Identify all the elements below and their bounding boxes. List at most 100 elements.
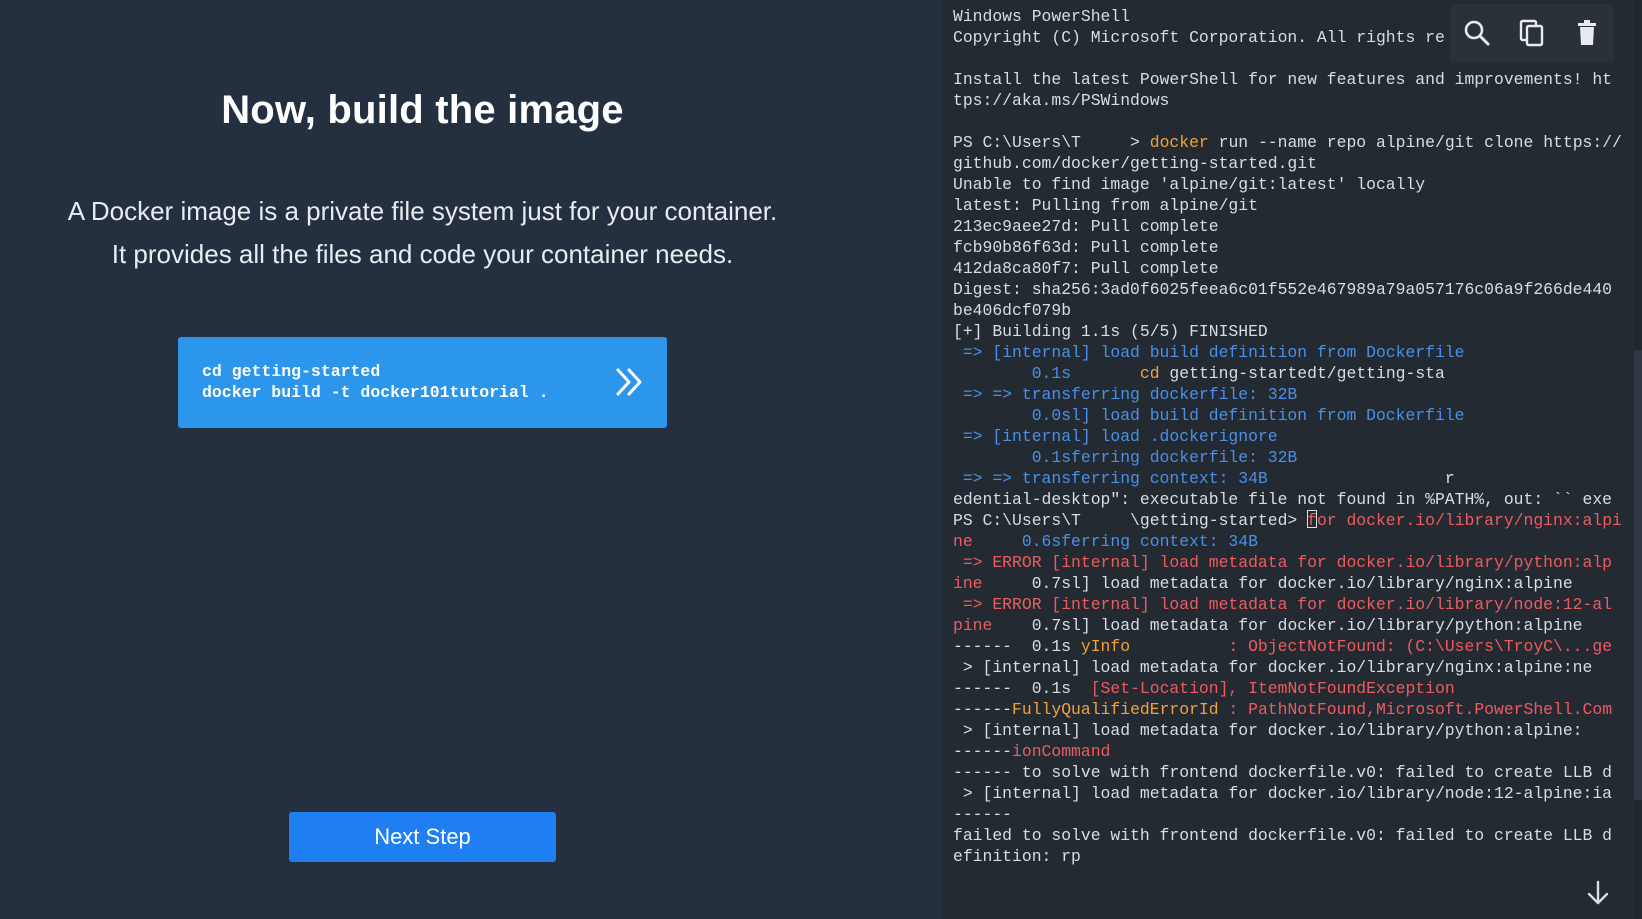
terminal-line: => ERROR [internal] load metadata for do… xyxy=(953,552,1623,573)
terminal-text: : ObjectNotFound: (C:\Users\TroyC\...ge xyxy=(1130,637,1613,656)
terminal-text: ------ to solve with frontend dockerfile… xyxy=(953,763,1613,782)
description-line: It provides all the files and code your … xyxy=(111,239,734,269)
terminal-text: [Set-Location], ItemNotFoundException xyxy=(1090,679,1455,698)
terminal-line: efinition: rp xyxy=(953,846,1623,867)
terminal-line: PS C:\Users\T \getting-started> for dock… xyxy=(953,510,1623,531)
terminal-text: 412da8ca80f7: Pull complete xyxy=(953,259,1219,278)
page-title: Now, build the image xyxy=(221,88,624,132)
terminal-text: cd xyxy=(1139,364,1160,383)
trash-icon[interactable] xyxy=(1572,18,1602,48)
tutorial-description: A Docker image is a private file system … xyxy=(0,190,845,276)
terminal-text: => [internal] load build definition from… xyxy=(953,343,1465,362)
terminal-text: PS C:\Users\T > xyxy=(953,133,1150,152)
terminal-line: Unable to find image 'alpine/git:latest'… xyxy=(953,174,1623,195)
terminal-text: getting-startedt/getting-sta xyxy=(1159,364,1445,383)
terminal-text: for docker.io/library/nginx:alpi xyxy=(1307,511,1622,530)
terminal-text: > [internal] load metadata for docker.io… xyxy=(953,721,1583,740)
terminal-text: 0.1s xyxy=(953,364,1072,383)
command-line: docker build -t docker101tutorial . xyxy=(202,383,549,402)
terminal-panel[interactable]: Windows PowerShell Copyright (C) Microsof… xyxy=(943,0,1642,919)
terminal-text: github.com/docker/getting-started.git xyxy=(953,154,1317,173)
terminal-text: 0.1sferring dockerfile: 32B xyxy=(953,448,1298,467)
run-command-button[interactable]: cd getting-started docker build -t docke… xyxy=(178,337,667,428)
terminal-line: ne 0.6sferring context: 34B xyxy=(953,531,1623,552)
terminal-text: pine xyxy=(953,616,993,635)
terminal-text: => [internal] load .dockerignore xyxy=(953,427,1278,446)
terminal-output[interactable]: Windows PowerShell Copyright (C) Microsof… xyxy=(953,6,1623,867)
terminal-line: pine 0.7sl] load metadata for docker.io/… xyxy=(953,615,1623,636)
copy-icon[interactable] xyxy=(1517,18,1547,48)
terminal-text: efinition: rp xyxy=(953,847,1081,866)
double-chevron-right-icon xyxy=(616,368,642,396)
terminal-line: ------ xyxy=(953,804,1623,825)
terminal-text: failed to solve with frontend dockerfile… xyxy=(953,826,1613,845)
description-line: A Docker image is a private file system … xyxy=(67,196,778,226)
command-line: cd getting-started xyxy=(202,362,381,381)
terminal-line: be406dcf079b xyxy=(953,300,1623,321)
terminal-line: fcb90b86f63d: Pull complete xyxy=(953,237,1623,258)
terminal-line: 412da8ca80f7: Pull complete xyxy=(953,258,1623,279)
terminal-text: ------ xyxy=(953,742,1013,761)
terminal-text: run --name repo alpine/git clone https:/… xyxy=(1208,133,1622,152)
next-step-button[interactable]: Next Step xyxy=(289,812,556,862)
terminal-line: Install the latest PowerShell for new fe… xyxy=(953,69,1623,90)
terminal-text: ine xyxy=(953,574,983,593)
terminal-text: 0.0sl] load build definition from Docker… xyxy=(953,406,1465,425)
terminal-line: latest: Pulling from alpine/git xyxy=(953,195,1623,216)
app-root: Now, build the image A Docker image is a… xyxy=(0,0,1642,919)
terminal-line: [+] Building 1.1s (5/5) FINISHED xyxy=(953,321,1623,342)
terminal-line: => [internal] load build definition from… xyxy=(953,342,1623,363)
terminal-text: Copyright (C) Microsoft Corporation. All… xyxy=(953,28,1445,47)
terminal-line: ------ionCommand xyxy=(953,741,1623,762)
terminal-line: 0.1sferring dockerfile: 32B xyxy=(953,447,1623,468)
arrow-down-icon[interactable] xyxy=(1584,879,1612,907)
terminal-line: github.com/docker/getting-started.git xyxy=(953,153,1623,174)
terminal-text: => => transferring context: 34B xyxy=(953,469,1268,488)
terminal-text: ------ 0.1s xyxy=(953,679,1091,698)
terminal-text: 0.7sl] load metadata for docker.io/libra… xyxy=(982,574,1573,593)
terminal-line: ine 0.7sl] load metadata for docker.io/l… xyxy=(953,573,1623,594)
terminal-text: fcb90b86f63d: Pull complete xyxy=(953,238,1219,257)
terminal-line: > [internal] load metadata for docker.io… xyxy=(953,720,1623,741)
terminal-line: => => transferring dockerfile: 32B xyxy=(953,384,1623,405)
terminal-text: docker xyxy=(1149,133,1209,152)
terminal-text: Digest: sha256:3ad0f6025feea6c01f552e467… xyxy=(953,280,1613,299)
terminal-scrollbar[interactable] xyxy=(1634,0,1642,919)
terminal-line: => ERROR [internal] load metadata for do… xyxy=(953,594,1623,615)
terminal-toolbar xyxy=(1450,4,1614,62)
terminal-text: ------ xyxy=(953,700,1013,719)
terminal-text: FullyQualifiedErrorId xyxy=(1012,700,1219,719)
terminal-line: ------FullyQualifiedErrorId : PathNotFou… xyxy=(953,699,1623,720)
terminal-text: 213ec9aee27d: Pull complete xyxy=(953,217,1219,236)
terminal-text: Windows PowerShell xyxy=(953,7,1131,26)
terminal-text: > [internal] load metadata for docker.io… xyxy=(953,784,1613,803)
terminal-text: => => transferring dockerfile: 32B xyxy=(953,385,1298,404)
terminal-text: [+] Building 1.1s (5/5) FINISHED xyxy=(953,322,1268,341)
terminal-line: failed to solve with frontend dockerfile… xyxy=(953,825,1623,846)
terminal-text: ------ xyxy=(953,805,1013,824)
terminal-line: tps://aka.ms/PSWindows xyxy=(953,90,1623,111)
terminal-line: edential-desktop": executable file not f… xyxy=(953,489,1623,510)
scrollbar-thumb[interactable] xyxy=(1634,350,1642,800)
terminal-text: Install the latest PowerShell for new fe… xyxy=(953,70,1613,89)
terminal-text: 0.7sl] load metadata for docker.io/libra… xyxy=(992,616,1583,635)
terminal-text: r xyxy=(1267,469,1455,488)
terminal-line: 0.1s cd getting-startedt/getting-sta xyxy=(953,363,1623,384)
terminal-line: ------ to solve with frontend dockerfile… xyxy=(953,762,1623,783)
search-icon[interactable] xyxy=(1462,18,1492,48)
terminal-text: => ERROR [internal] load metadata for do… xyxy=(953,553,1613,572)
terminal-line: Digest: sha256:3ad0f6025feea6c01f552e467… xyxy=(953,279,1623,300)
terminal-text: tps://aka.ms/PSWindows xyxy=(953,91,1170,110)
terminal-text: > [internal] load metadata for docker.io… xyxy=(953,658,1593,677)
terminal-line: ------ 0.1s [Set-Location], ItemNotFound… xyxy=(953,678,1623,699)
terminal-text: ne xyxy=(953,532,973,551)
tutorial-panel: Now, build the image A Docker image is a… xyxy=(0,0,943,919)
terminal-text: be406dcf079b xyxy=(953,301,1072,320)
terminal-line: > [internal] load metadata for docker.io… xyxy=(953,657,1623,678)
terminal-line: => => transferring context: 34B r xyxy=(953,468,1623,489)
terminal-text: latest: Pulling from alpine/git xyxy=(953,196,1258,215)
terminal-text: : PathNotFound,Microsoft.PowerShell.Com xyxy=(1218,700,1613,719)
terminal-text: PS C:\Users\T \getting-started> xyxy=(953,511,1308,530)
